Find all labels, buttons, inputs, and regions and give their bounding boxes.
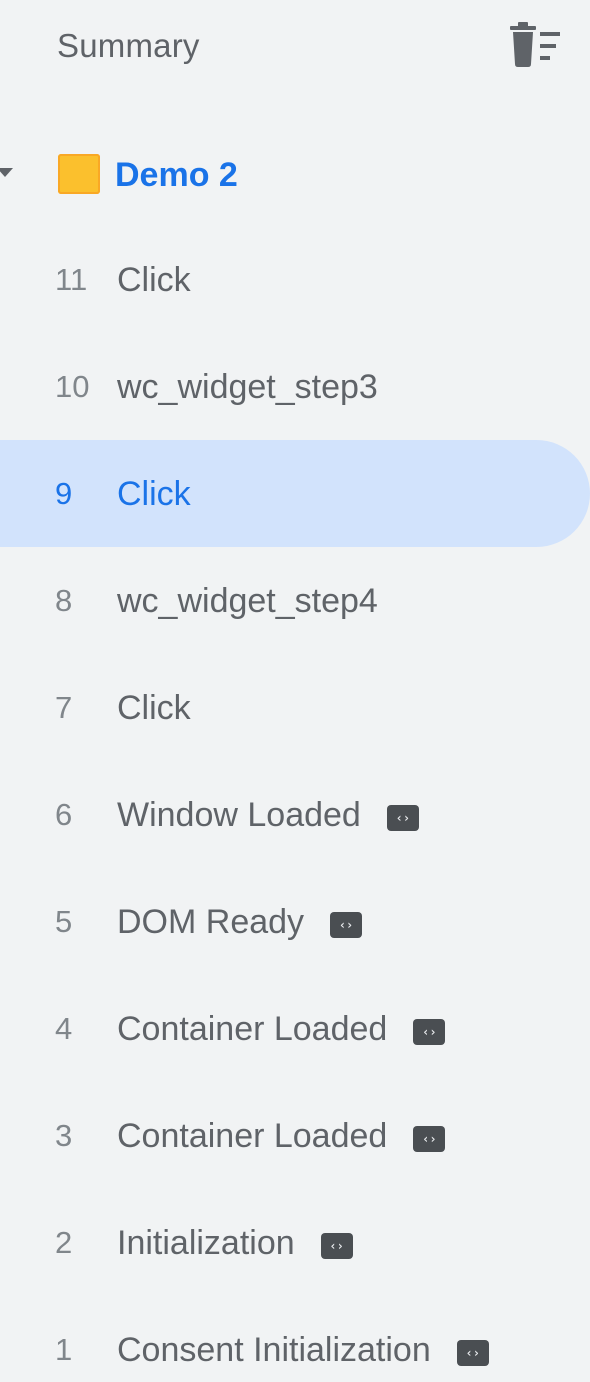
- event-number: 3: [55, 1118, 73, 1153]
- code-icon: ‹›: [386, 805, 419, 831]
- event-list: 11 Click 10 wc_widget_step3 9 Click 8 wc_widget…: [0, 226, 590, 1382]
- event-item[interactable]: 7 Click: [0, 654, 590, 761]
- event-label-text: Click: [117, 689, 191, 727]
- event-label: Consent Initialization ‹›: [117, 1328, 489, 1372]
- event-number: 4: [55, 1011, 73, 1046]
- event-label: DOM Ready ‹›: [117, 900, 363, 944]
- event-label: Window Loaded ‹›: [117, 793, 419, 837]
- container-demo-2[interactable]: Demo 2: [0, 140, 590, 210]
- event-item[interactable]: 5 DOM Ready ‹›: [0, 868, 590, 975]
- event-label-text: Window Loaded: [117, 796, 361, 834]
- container-folder-icon: [58, 154, 100, 194]
- event-number: 8: [55, 583, 73, 618]
- event-number: 9: [55, 476, 73, 511]
- event-label-text: wc_widget_step3: [117, 368, 378, 406]
- event-item[interactable]: 8 wc_widget_step4: [0, 547, 590, 654]
- event-label-text: DOM Ready: [117, 903, 305, 941]
- event-label: Container Loaded ‹›: [117, 1114, 446, 1158]
- event-number: 1: [55, 1332, 73, 1367]
- event-label: wc_widget_step3: [117, 365, 378, 409]
- event-item[interactable]: 1 Consent Initialization ‹›: [0, 1296, 590, 1382]
- event-item[interactable]: 11 Click: [0, 226, 590, 333]
- code-icon: ‹›: [413, 1019, 446, 1045]
- delete-sweep-icon[interactable]: [504, 20, 568, 74]
- event-item[interactable]: 4 Container Loaded ‹›: [0, 975, 590, 1082]
- event-number: 7: [55, 690, 73, 725]
- event-label-text: wc_widget_step4: [117, 582, 378, 620]
- event-item[interactable]: 9 Click: [0, 440, 590, 547]
- code-icon: ‹›: [330, 912, 363, 938]
- summary-header: Summary: [0, 0, 590, 95]
- event-label-text: Click: [117, 475, 191, 513]
- event-label: Click: [117, 686, 191, 730]
- event-number: 5: [55, 904, 73, 939]
- code-icon: ‹›: [413, 1126, 446, 1152]
- event-label-text: Consent Initialization: [117, 1331, 431, 1369]
- event-item[interactable]: 3 Container Loaded ‹›: [0, 1082, 590, 1189]
- event-item[interactable]: 2 Initialization ‹›: [0, 1189, 590, 1296]
- container-label[interactable]: Demo 2: [115, 154, 238, 196]
- caret-down-icon[interactable]: [0, 168, 13, 177]
- event-number: 6: [55, 797, 73, 832]
- event-number: 11: [55, 262, 88, 297]
- event-label-text: Container Loaded: [117, 1117, 388, 1155]
- summary-title[interactable]: Summary: [57, 24, 200, 68]
- event-item[interactable]: 10 wc_widget_step3: [0, 333, 590, 440]
- event-label-text: Click: [117, 261, 191, 299]
- event-number: 2: [55, 1225, 73, 1260]
- code-icon: ‹›: [320, 1233, 353, 1259]
- event-label: Click: [117, 472, 191, 516]
- event-item[interactable]: 6 Window Loaded ‹›: [0, 761, 590, 868]
- event-label: Initialization ‹›: [117, 1221, 353, 1265]
- event-label: wc_widget_step4: [117, 579, 378, 623]
- event-number: 10: [55, 369, 90, 404]
- code-icon: ‹›: [456, 1340, 489, 1366]
- summary-panel: Summary Demo 2 11 Click 10 wc_widget_step3 9…: [0, 0, 590, 1382]
- event-label: Click: [117, 258, 191, 302]
- event-label-text: Container Loaded: [117, 1010, 388, 1048]
- event-label-text: Initialization: [117, 1224, 295, 1262]
- event-label: Container Loaded ‹›: [117, 1007, 446, 1051]
